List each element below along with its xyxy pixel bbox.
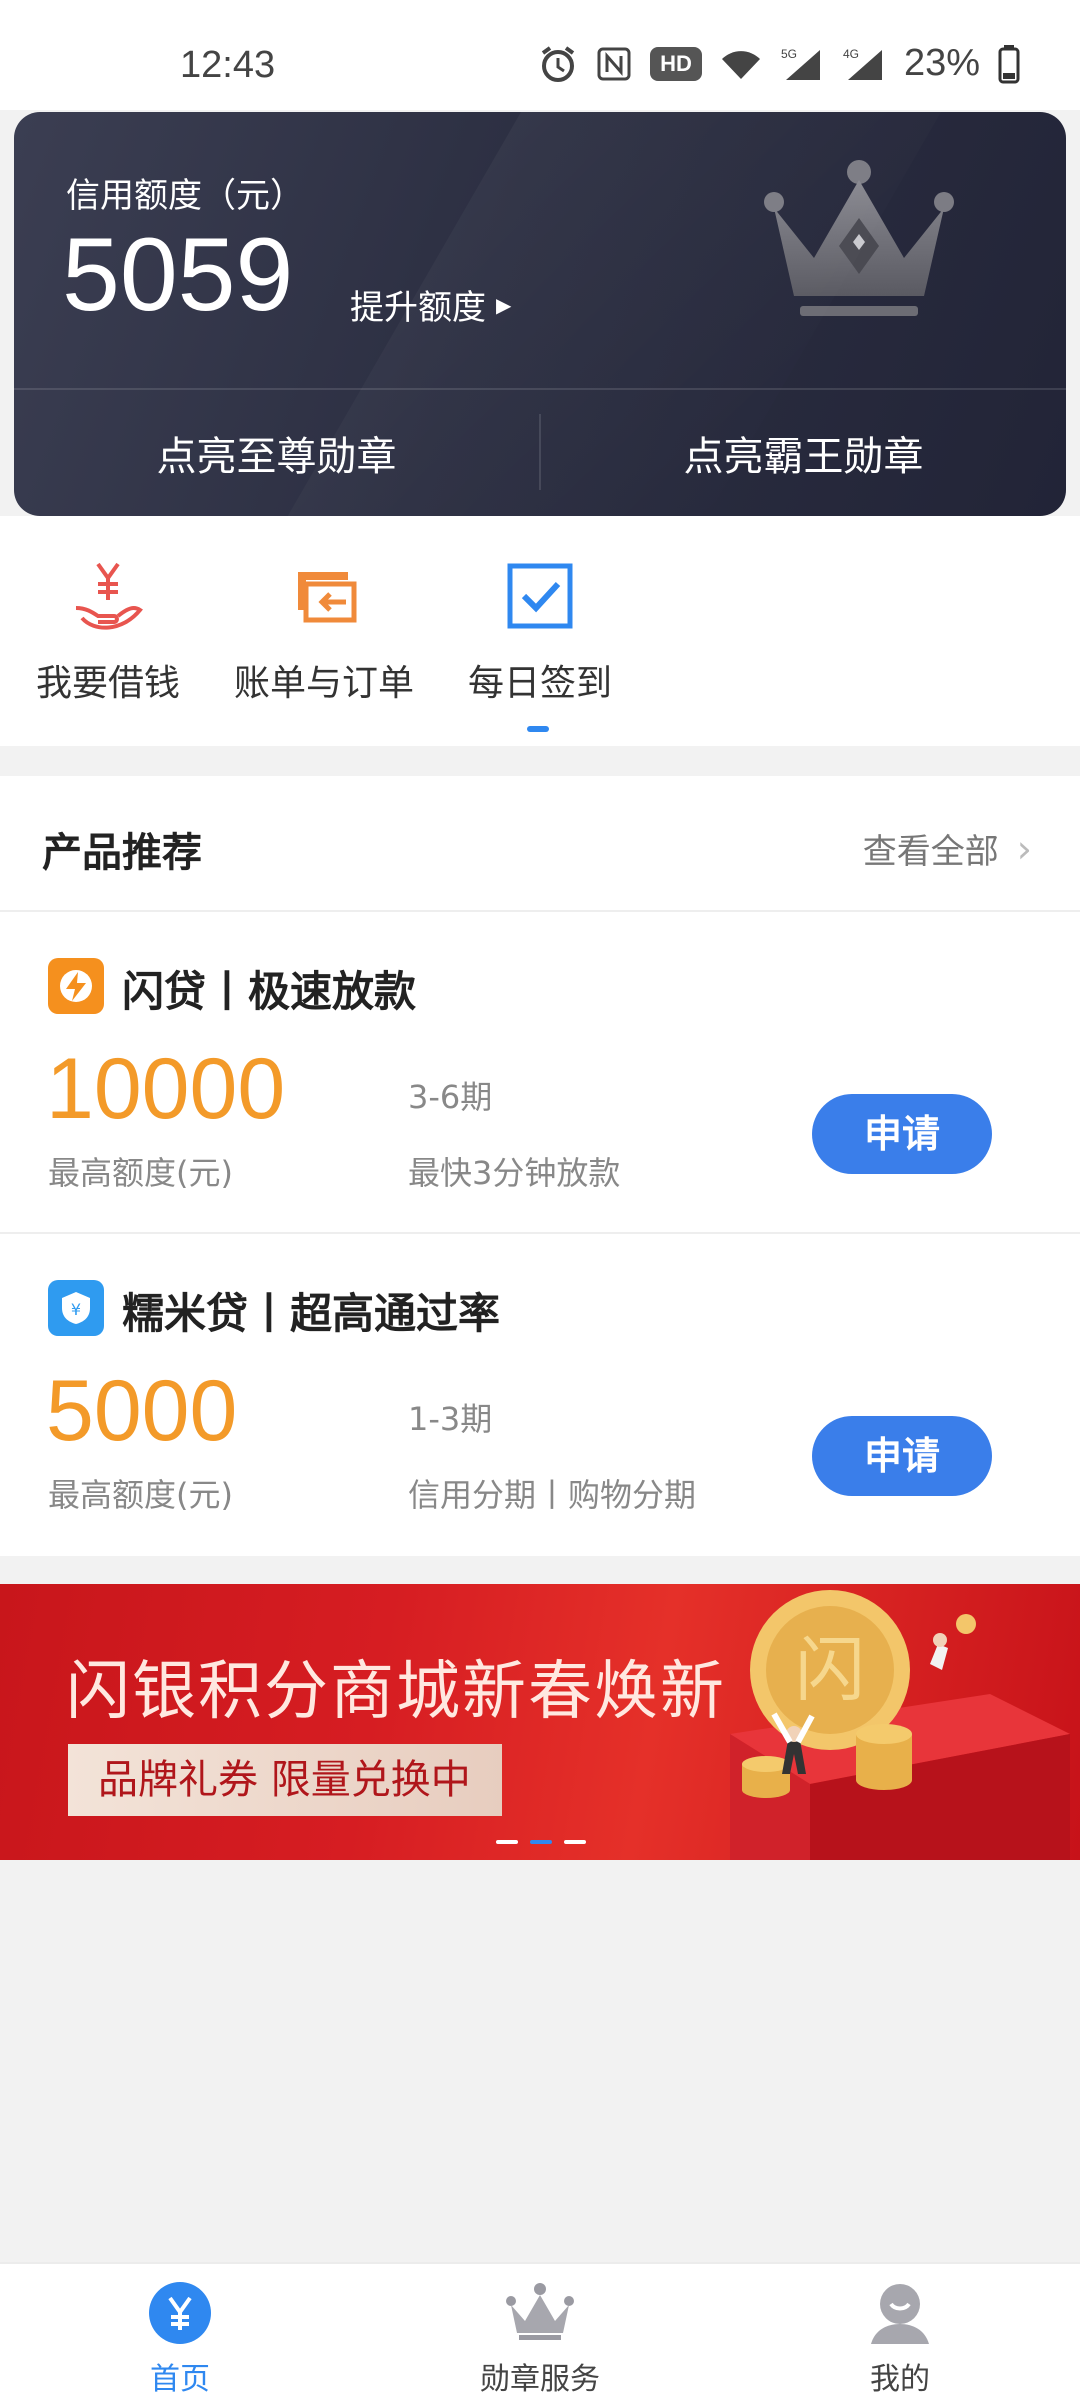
product-max-amount: 10000 [46, 1041, 286, 1137]
quick-menu-label: 账单与订单 [233, 663, 414, 704]
battery-percent: 23% [903, 42, 980, 84]
yuan-hand-icon [8, 556, 208, 636]
product-card[interactable]: 闪贷丨极速放款 10000 最高额度(元) 3-6期 最快3分钟放款 申请 [0, 912, 1080, 1234]
wifi-icon [720, 47, 762, 81]
banner-dot [564, 1840, 586, 1844]
crown-icon [440, 2278, 640, 2348]
checkin-check-icon [440, 556, 640, 636]
view-all-link[interactable]: 查看全部 › [863, 824, 1032, 873]
card-divider [14, 388, 1066, 390]
product-period: 1-3期 [408, 1400, 493, 1438]
nav-profile[interactable]: 我的 [800, 2278, 1000, 2398]
promo-banner[interactable]: 闪 闪银积分商城新春焕新 品牌礼券 限量兑换中 [0, 1584, 1080, 1860]
quick-menu-indicator [527, 726, 549, 732]
product-amount-label: 最高额度(元) [48, 1476, 233, 1514]
nav-home-label: 首页 [150, 2362, 210, 2397]
banner-title: 闪银积分商城新春焕新 [66, 1655, 726, 1729]
apply-button[interactable]: 申请 [812, 1094, 992, 1174]
quick-menu-label: 我要借钱 [35, 663, 180, 704]
home-yuan-icon [80, 2278, 280, 2348]
raise-limit-link[interactable]: 提升额度 ▶ [350, 280, 511, 329]
signal-4g-icon: 4G [842, 46, 886, 82]
nav-badges[interactable]: 勋章服务 [440, 2278, 640, 2398]
product-name: 闪贷丨极速放款 [122, 967, 417, 1016]
product-max-amount: 5000 [46, 1363, 238, 1459]
bill-transfer-icon [224, 556, 424, 636]
supreme-badge-button[interactable]: 点亮至尊勋章 [14, 424, 539, 482]
triangle-right-icon: ▶ [496, 292, 512, 317]
nfc-icon [596, 46, 632, 82]
card-vertical-divider [539, 414, 541, 490]
banner-dot [496, 1840, 518, 1844]
product-recommendations: 产品推荐 查看全部 › 闪贷丨极速放款 10000 最高额度(元) 3-6期 最… [0, 776, 1080, 1556]
svg-text:4G: 4G [843, 47, 859, 61]
product-amount-label: 最高额度(元) [48, 1154, 233, 1192]
view-all-label: 查看全部 [862, 832, 999, 872]
crown-icon [754, 158, 964, 332]
bottom-nav: 首页 勋章服务 我的 [0, 2262, 1080, 2400]
product-description: 信用分期丨购物分期 [408, 1476, 697, 1514]
status-time: 12:43 [180, 44, 276, 86]
banner-pagination [496, 1840, 586, 1844]
shield-logo-icon: ¥ [48, 1280, 104, 1336]
hd-icon: HD [650, 46, 702, 81]
products-header: 产品推荐 查看全部 › [0, 776, 1080, 912]
profile-icon [800, 2278, 1000, 2348]
product-card[interactable]: ¥ 糯米贷丨超高通过率 5000 最高额度(元) 1-3期 信用分期丨购物分期 … [0, 1234, 1080, 1556]
banner-dot-active [530, 1840, 552, 1844]
products-title: 产品推荐 [42, 830, 202, 876]
banner-coin-illustration: 闪 [730, 1590, 1070, 1860]
quick-menu-checkin[interactable]: 每日签到 [440, 556, 640, 706]
nav-badges-label: 勋章服务 [480, 2362, 600, 2397]
apply-button[interactable]: 申请 [812, 1416, 992, 1496]
nav-home[interactable]: 首页 [80, 2278, 280, 2398]
quick-menu-borrow[interactable]: 我要借钱 [8, 556, 208, 706]
credit-limit-amount: 5059 [62, 217, 294, 333]
quick-menu-bills[interactable]: 账单与订单 [224, 556, 424, 706]
credit-limit-label: 信用额度（元） [66, 176, 304, 216]
product-name: 糯米贷丨超高通过率 [122, 1289, 501, 1338]
quick-menu-label: 每日签到 [467, 663, 612, 704]
product-description: 最快3分钟放款 [408, 1154, 621, 1192]
status-bar: 12:43 HD 5G 4G 23% [0, 0, 1080, 110]
banner-subtitle: 品牌礼券 限量兑换中 [68, 1744, 502, 1816]
lightning-logo-icon [48, 958, 104, 1014]
svg-text:闪: 闪 [795, 1629, 865, 1711]
svg-text:5G: 5G [781, 47, 797, 61]
chevron-right-icon: › [1016, 826, 1032, 871]
quick-menu: 我要借钱 账单与订单 每日签到 [0, 516, 1080, 746]
credit-limit-card: 信用额度（元） 5059 提升额度 ▶ 点亮至尊勋章 点亮霸王勋章 [14, 112, 1066, 516]
alarm-icon [538, 44, 578, 84]
status-icons: HD 5G 4G 23% [538, 42, 1020, 85]
svg-text:¥: ¥ [71, 1300, 81, 1319]
nav-profile-label: 我的 [870, 2362, 930, 2397]
signal-5g-icon: 5G [780, 46, 824, 82]
product-period: 3-6期 [408, 1078, 493, 1116]
overlord-badge-button[interactable]: 点亮霸王勋章 [541, 424, 1066, 482]
raise-limit-label: 提升额度 [350, 288, 486, 328]
battery-icon [998, 44, 1020, 84]
